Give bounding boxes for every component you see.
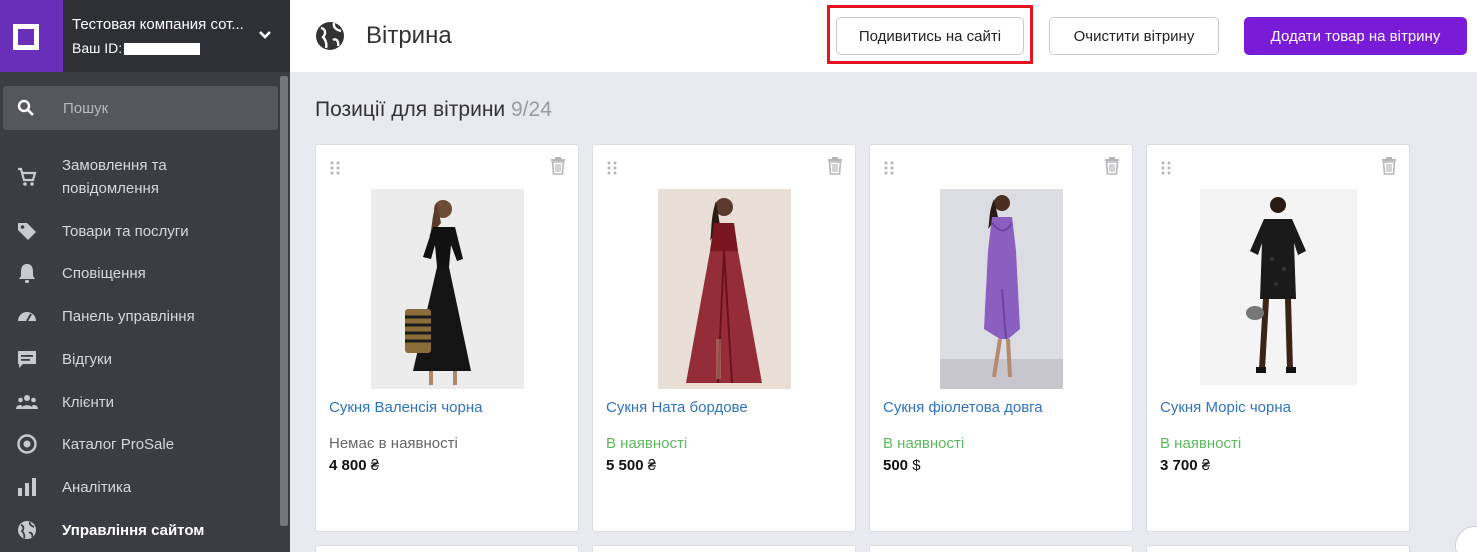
sidebar-item-dashboard[interactable]: Панель управління	[0, 305, 280, 329]
search-box[interactable]	[3, 86, 278, 130]
currency: $	[912, 457, 921, 474]
currency: ₴	[1201, 457, 1211, 474]
product-name[interactable]: Сукня Моріс чорна	[1160, 399, 1291, 416]
search-icon	[17, 99, 34, 116]
drag-handle-icon[interactable]	[330, 161, 340, 175]
stock-status: В наявності	[606, 435, 688, 452]
sidebar-item-products[interactable]: Товари та послуги	[0, 220, 280, 244]
help-button[interactable]	[1455, 526, 1477, 552]
logo[interactable]	[0, 0, 63, 72]
drag-handle-icon[interactable]	[607, 161, 617, 175]
product-price: 3 700 ₴	[1160, 457, 1210, 474]
sidebar-item-label: Сповіщення	[62, 265, 146, 282]
product-card[interactable]: Сукня Валенсія чорна Немає в наявності 4…	[315, 144, 579, 532]
product-card[interactable]: Сукня Моріс чорна В наявності 3 700 ₴	[1146, 144, 1410, 532]
bell-icon	[19, 264, 35, 283]
currency: ₴	[370, 457, 380, 474]
search-input[interactable]	[63, 86, 263, 130]
tag-icon	[18, 223, 36, 240]
sidebar-item-label: Панель управління	[62, 308, 195, 325]
price-value: 500	[883, 457, 909, 474]
trash-icon[interactable]	[550, 157, 566, 175]
chevron-down-icon[interactable]	[256, 26, 274, 44]
sidebar-item-label: Каталог ProSale	[62, 436, 175, 453]
sidebar-item-prosale[interactable]: Каталог ProSale	[0, 433, 280, 457]
trash-icon[interactable]	[1381, 157, 1397, 175]
price-value: 4 800	[329, 457, 367, 474]
product-card[interactable]: Сукня Ната бордове В наявності 5 500 ₴	[592, 144, 856, 532]
product-name[interactable]: Сукня Ната бордове	[606, 399, 748, 416]
product-image[interactable]	[1200, 189, 1357, 385]
bar-chart-icon	[18, 478, 36, 496]
stock-status: В наявності	[1160, 435, 1242, 452]
stock-status: Немає в наявності	[329, 435, 458, 452]
user-id: Ваш ID:	[72, 40, 201, 56]
sidebar-item-orders[interactable]: Замовлення та повідомлення	[0, 154, 280, 202]
logo-square-icon	[13, 24, 39, 50]
sidebar-scrollbar[interactable]	[280, 76, 288, 526]
company-header[interactable]: Тестовая компания сот... Ваш ID:	[0, 0, 290, 72]
product-card[interactable]	[315, 545, 579, 552]
sidebar-item-label: Клієнти	[62, 394, 115, 411]
section-title-text: Позиції для вітрини	[315, 98, 506, 121]
product-image[interactable]	[940, 189, 1063, 389]
cart-icon	[18, 167, 37, 186]
user-id-label: Ваш ID:	[72, 40, 123, 56]
price-value: 3 700	[1160, 457, 1198, 474]
section-title: Позиції для вітрини 9/24	[315, 98, 552, 122]
product-price: 4 800 ₴	[329, 457, 379, 474]
comment-icon	[18, 351, 36, 368]
clear-showcase-button[interactable]: Очистити вітрину	[1049, 17, 1219, 55]
page-title: Вітрина	[366, 22, 452, 49]
product-card[interactable]	[592, 545, 856, 552]
trash-icon[interactable]	[1104, 157, 1120, 175]
drag-handle-icon[interactable]	[1161, 161, 1171, 175]
product-name[interactable]: Сукня Валенсія чорна	[329, 399, 482, 416]
product-image[interactable]	[658, 189, 791, 389]
sidebar-item-reviews[interactable]: Відгуки	[0, 348, 280, 372]
product-price: 500 $	[883, 457, 921, 474]
sidebar-item-analytics[interactable]: Аналітика	[0, 476, 280, 500]
sidebar-item-clients[interactable]: Клієнти	[0, 391, 280, 415]
drag-handle-icon[interactable]	[884, 161, 894, 175]
dashboard-icon	[18, 312, 36, 322]
globe-icon	[18, 521, 36, 539]
redacted-id	[124, 43, 201, 56]
page-header: Вітрина Подивитись на сайті Очистити віт…	[290, 0, 1477, 72]
trash-icon[interactable]	[827, 157, 843, 175]
product-image[interactable]	[371, 189, 524, 389]
price-value: 5 500	[606, 457, 644, 474]
product-price: 5 500 ₴	[606, 457, 656, 474]
sidebar-item-label: Замовлення та повідомлення	[62, 157, 167, 197]
product-name[interactable]: Сукня фіолетова довга	[883, 399, 1043, 416]
add-product-button[interactable]: Додати товар на вітрину	[1244, 17, 1467, 55]
sidebar-item-label: Товари та послуги	[62, 223, 189, 240]
currency: ₴	[647, 457, 657, 474]
sidebar: Тестовая компания сот... Ваш ID: Замовле…	[0, 0, 290, 552]
sidebar-item-label: Управління сайтом	[62, 522, 205, 539]
sidebar-item-label: Відгуки	[62, 351, 113, 368]
section-count: 9/24	[511, 98, 552, 121]
sidebar-item-site-management[interactable]: Управління сайтом	[0, 519, 280, 543]
product-card[interactable]	[869, 545, 1133, 552]
people-icon	[16, 395, 38, 409]
sidebar-item-label: Аналітика	[62, 479, 132, 496]
stock-status: В наявності	[883, 435, 965, 452]
globe-icon	[316, 22, 344, 50]
sidebar-item-notifications[interactable]: Сповіщення	[0, 262, 280, 286]
view-on-site-button[interactable]: Подивитись на сайті	[836, 17, 1024, 55]
company-name: Тестовая компания сот...	[72, 16, 244, 33]
product-card[interactable]	[1146, 545, 1410, 552]
product-card[interactable]: Сукня фіолетова довга В наявності 500 $	[869, 144, 1133, 532]
target-icon	[17, 434, 37, 454]
